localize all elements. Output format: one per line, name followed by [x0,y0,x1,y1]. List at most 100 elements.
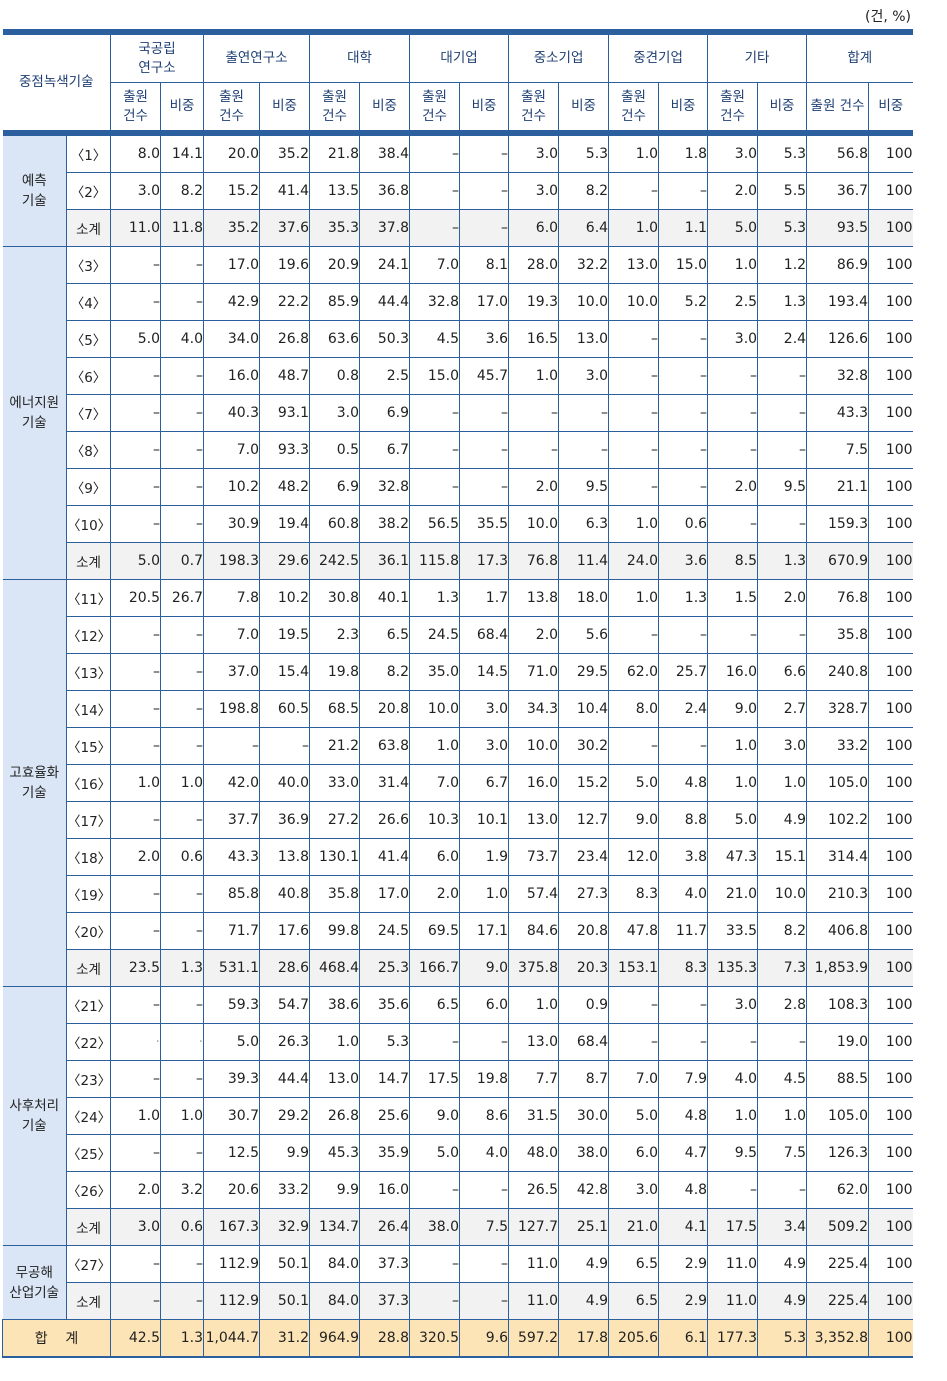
share-cell: 100 [868,986,913,1024]
count-cell: 56.8 [806,130,870,173]
share-cell: – [757,616,808,654]
share-cell: 25.3 [359,949,411,987]
table-row: 사후처리 기술 〈21〉 – –59.3 54.7 38.6 35.6 6.5 6.0 1.0 0.9… [2,986,913,1246]
count-cell: 3.0 [508,130,560,173]
header-row-groups: 중점녹색기술 국공립 연구소 출연연구소 대학 대기업 중소기업 중견기업 기타 합계 [2,29,913,134]
table-row: 〈8〉 – –7.0 93.3 0.5 6.7– – – – – – – –7.5 100 [3,431,913,469]
count-cell: 135.3 [707,949,759,987]
header-group: 국공립 연구소 [109,29,205,83]
green-tech-patent-table: 중점녹색기술 국공립 연구소 출연연구소 대학 대기업 중소기업 중견기업 기타 합계 출원 건수 비중… [2,29,913,1358]
subtotal-label: 소계 [66,1282,111,1320]
count-cell: – [110,727,161,765]
share-cell: 1.3 [757,542,808,580]
count-cell: 3.0 [707,986,759,1024]
share-cell: – [658,616,709,654]
item-label: 〈9〉 [66,468,111,506]
share-cell: 1.7 [459,579,510,617]
count-cell: 105.0 [806,1097,870,1135]
count-cell: 68.5 [309,690,361,728]
header-share: 비중 [658,82,709,134]
share-cell: 4.9 [757,1245,808,1283]
share-cell: 0.6 [159,838,205,876]
count-cell: 5.0 [110,542,161,580]
share-cell: 3.6 [459,320,510,358]
share-cell: 5.2 [658,283,709,321]
table-row: 〈9〉 – –10.2 48.2 6.9 32.8– –2.0 9.5– –2.0 9.5 21.1… [3,468,913,506]
subtotal-row: 소계 23.5 1.3 531.1 28.6 468.4 25.3 166.7 9.0 375.8… [3,949,913,987]
share-cell: 6.7 [359,431,411,469]
table-row: 〈19〉 – –85.8 40.8 35.8 17.0 2.0 1.0 57.4 27.3 8.3 4… [3,875,913,913]
share-cell: 36.1 [359,542,411,580]
share-cell: – [159,653,205,691]
count-cell: 9.0 [707,690,759,728]
share-cell: 68.4 [558,1023,610,1061]
share-cell: 100 [868,283,913,321]
share-cell: 35.2 [259,130,311,173]
share-cell: 19.4 [259,505,311,543]
count-cell: 69.5 [409,912,461,950]
count-cell: – [707,431,759,469]
count-cell: 16.5 [508,320,560,358]
category-cell: 사후처리 기술 [2,986,67,1246]
share-cell: – [658,986,709,1024]
count-cell: – [110,1245,161,1283]
count-cell: 108.3 [806,986,870,1024]
item-label: 〈3〉 [66,246,111,284]
share-cell: 5.3 [359,1023,411,1061]
count-cell: 27.2 [309,801,361,839]
header-count: 출원 건수 [203,82,261,134]
count-cell: 30.8 [309,579,361,617]
count-cell: – [110,875,161,913]
count-cell: – [110,986,161,1024]
count-cell: 24.5 [409,616,461,654]
count-cell: – [409,1023,461,1061]
share-cell: 4.0 [459,1134,510,1172]
count-cell: 6.0 [508,209,560,247]
count-cell: – [409,172,461,210]
share-cell: 8.2 [159,172,205,210]
share-cell: 13.0 [558,320,610,358]
share-cell: 33.2 [259,1171,311,1209]
count-cell: – [707,616,759,654]
share-cell: 4.8 [658,1097,709,1135]
share-cell: 11.7 [658,912,709,950]
count-cell: 159.3 [806,505,870,543]
count-cell: 167.3 [203,1208,261,1246]
count-cell: 85.9 [309,283,361,321]
share-cell: 4.0 [159,320,205,358]
count-cell: 4.5 [409,320,461,358]
share-cell: – [757,1023,808,1061]
share-cell: – [558,431,610,469]
share-cell: 8.2 [558,172,610,210]
count-cell: 531.1 [203,949,261,987]
count-cell: 1.0 [309,1023,361,1061]
count-cell: 33.0 [309,764,361,802]
table-row: 고효율화 기술 〈11〉 20.5 26.7 7.8 10.2 30.8 40.1 1.3 1.7 1… [2,579,913,987]
share-cell: 1.0 [159,764,205,802]
share-cell: – [658,468,709,506]
share-cell: 0.6 [159,1208,205,1246]
share-cell: 100 [868,764,913,802]
share-cell: – [159,1245,205,1283]
share-cell: 93.1 [259,394,311,432]
share-cell: 4.8 [658,1171,709,1209]
count-cell: 225.4 [806,1282,870,1320]
item-label: 〈15〉 [66,727,111,765]
count-cell: 42.9 [203,283,261,321]
unit-label: (건, %) [864,9,911,25]
count-cell: 7.0 [203,431,261,469]
count-cell: 71.7 [203,912,261,950]
header-share: 비중 [459,82,510,134]
count-cell: 84.6 [508,912,560,950]
count-cell: 8.0 [608,690,660,728]
count-cell: 2.0 [508,468,560,506]
count-cell: – [110,801,161,839]
share-cell: 26.8 [259,320,311,358]
share-cell: 100 [868,838,913,876]
count-cell: 21.0 [608,1208,660,1246]
item-label: 〈2〉 [66,172,111,210]
count-cell: 15.2 [203,172,261,210]
share-cell: 100 [868,1245,913,1283]
share-cell: 6.6 [757,653,808,691]
count-cell: 33.5 [707,912,759,950]
